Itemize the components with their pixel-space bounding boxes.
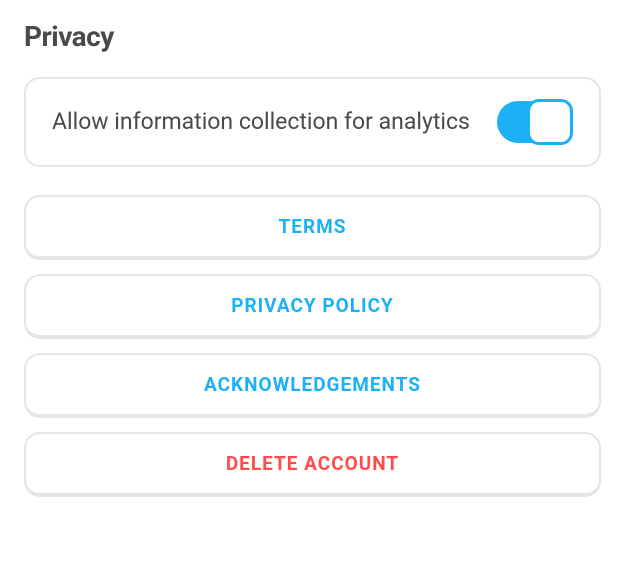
delete-account-button[interactable]: DELETE ACCOUNT: [24, 432, 601, 497]
analytics-toggle[interactable]: [497, 101, 573, 143]
acknowledgements-button[interactable]: ACKNOWLEDGEMENTS: [24, 353, 601, 418]
toggle-knob: [527, 99, 573, 145]
privacy-policy-button[interactable]: PRIVACY POLICY: [24, 274, 601, 339]
analytics-card: Allow information collection for analyti…: [24, 77, 601, 167]
analytics-label: Allow information collection for analyti…: [52, 106, 497, 137]
terms-button[interactable]: TERMS: [24, 195, 601, 260]
section-title: Privacy: [24, 20, 601, 53]
